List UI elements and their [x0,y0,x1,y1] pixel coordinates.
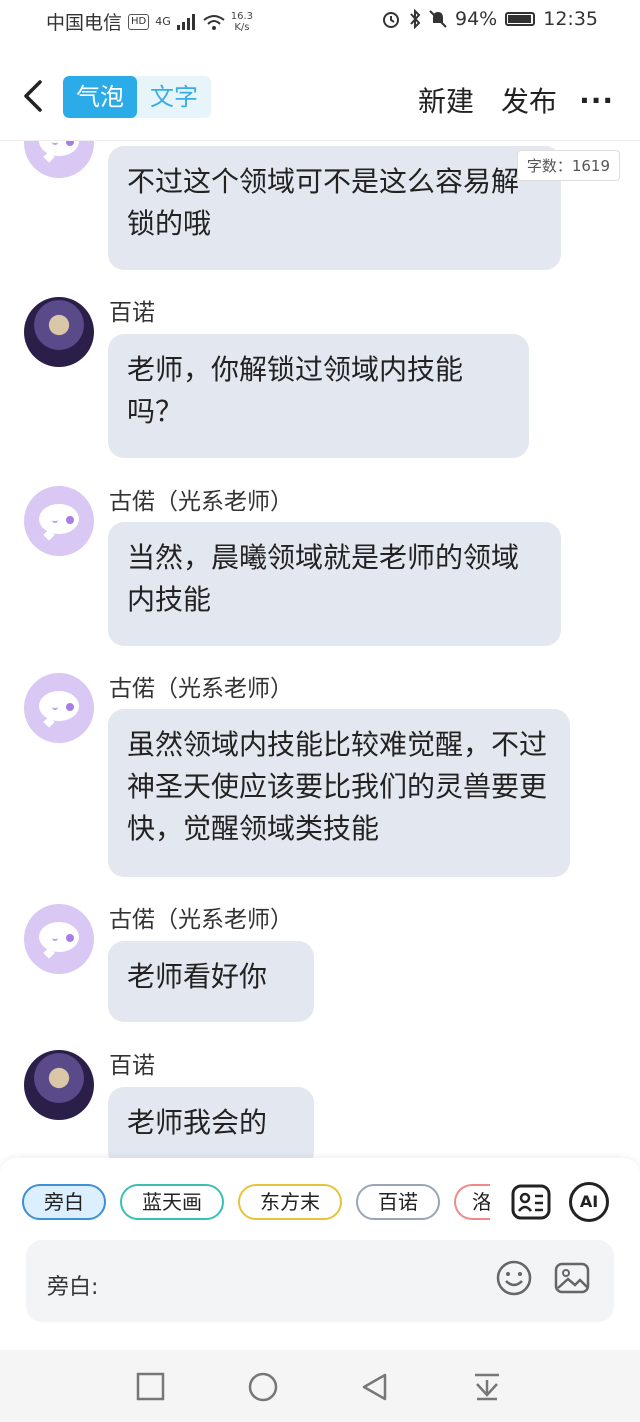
sender-name: 百诺 [109,1053,155,1079]
home-circle-icon[interactable] [247,1371,279,1403]
input-prefix: 旁白: [47,1275,99,1300]
teacher-avatar[interactable] [24,673,94,743]
message-input[interactable]: 旁白: [26,1240,614,1322]
sender-name: 百诺 [109,300,155,326]
character-card-icon[interactable] [511,1182,551,1222]
student-avatar[interactable] [24,1050,94,1120]
alarm-icon [383,12,399,28]
emoji-icon[interactable] [495,1259,533,1297]
net-speed-value: 16.3 [230,10,254,22]
tab-bubble[interactable]: 气泡 [63,76,137,118]
clock: 12:35 [543,8,598,30]
message-bubble[interactable]: 老师看好你 [108,941,314,1022]
teacher-avatar[interactable] [24,486,94,556]
net-speed-unit: K/s [234,21,250,33]
wifi-icon [203,14,225,30]
role-chip[interactable]: 蓝天画 [120,1184,224,1220]
bluetooth-icon [410,9,421,29]
student-avatar[interactable] [24,297,94,367]
hd-badge: HD [128,13,150,30]
view-mode-toggle: 气泡 文字 [63,76,211,118]
sender-name: 古偌（光系老师） [109,676,293,702]
system-nav-bar [0,1350,640,1422]
role-chip[interactable]: 洛 [454,1184,490,1220]
word-count: 字数：1619 [516,150,620,181]
role-chip[interactable]: 东方末 [238,1184,342,1220]
status-left: 中国电信 HD 4G 16.3 K/s [46,8,253,35]
battery-percent: 94% [455,8,498,30]
mute-icon [429,10,447,28]
teacher-avatar[interactable] [24,141,94,178]
notification-pulldown-icon[interactable] [471,1371,503,1403]
sender-name: 古偌（光系老师） [109,489,293,515]
message-bubble[interactable]: 不过这个领域可不是这么容易解锁的哦 [108,146,561,270]
chat-list: 不过这个领域可不是这么容易解锁的哦 百诺 老师，你解锁过领域内技能吗？ 古偌（光… [0,141,640,1159]
signal-icon [176,13,195,30]
back-triangle-icon[interactable] [359,1371,391,1403]
tab-text[interactable]: 文字 [137,76,211,118]
message-bubble[interactable]: 虽然领域内技能比较难觉醒，不过神圣天使应该要比我们的灵兽要更快，觉醒领域类技能 [108,709,570,877]
role-chip-narrator[interactable]: 旁白 [22,1184,106,1220]
more-menu-icon[interactable]: ··· [579,84,614,117]
net-speed: 16.3 K/s [231,11,253,33]
status-bar: 中国电信 HD 4G 16.3 K/s 94% 12:35 [0,0,640,42]
battery-icon [505,12,536,26]
ai-button[interactable]: AI [569,1182,609,1222]
message-bubble[interactable]: 老师我会的 [108,1087,314,1159]
message-bubble[interactable]: 老师，你解锁过领域内技能吗？ [108,334,529,458]
network-type: 4G [155,15,171,28]
new-button[interactable]: 新建 [418,80,474,120]
message-bubble[interactable]: 当然，晨曦领域就是老师的领域内技能 [108,522,561,646]
top-bar: 气泡 文字 新建 发布 ··· [0,60,640,141]
sender-name: 古偌（光系老师） [109,907,293,933]
teacher-avatar[interactable] [24,904,94,974]
carrier-label: 中国电信 [46,12,123,34]
publish-button[interactable]: 发布 [501,80,557,120]
status-right: 94% 12:35 [381,8,598,30]
image-icon[interactable] [553,1259,591,1297]
composer-panel: 旁白 蓝天画 东方末 百诺 洛 AI 旁白: [0,1158,640,1350]
role-chip[interactable]: 百诺 [356,1184,440,1220]
battery-level [508,15,531,23]
recents-square-icon[interactable] [136,1372,166,1402]
back-arrow-icon[interactable] [20,78,48,114]
